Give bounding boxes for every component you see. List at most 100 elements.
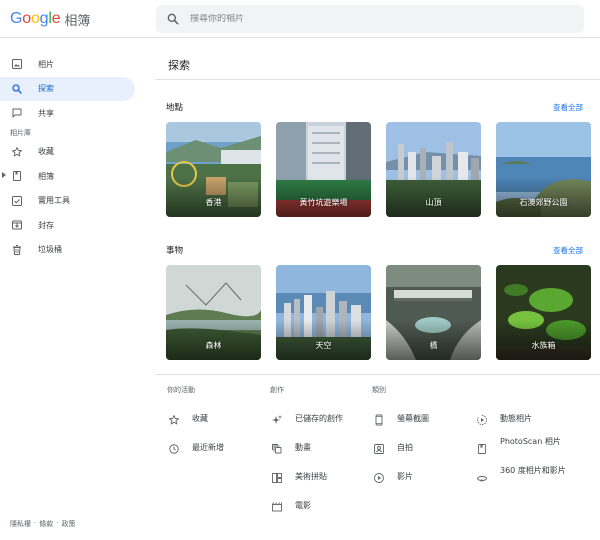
title-divider [155,79,600,80]
category-motion-photos[interactable]: 動態相片 [475,413,532,426]
card-label: 水族箱 [531,341,556,350]
sidebar-item-label: 相簿 [38,171,54,181]
checklist-icon [10,194,23,207]
sidebar-item-photos[interactable]: 相片 [0,52,135,76]
clock-icon [167,442,180,455]
sidebar-item-label: 相片 [38,59,54,69]
motion-icon [475,413,488,426]
place-card-shek-o-country-park[interactable]: 石澳郊野公園 [496,122,591,217]
movie-icon [270,500,283,513]
creations-saved[interactable]: 已儲存的創作 [270,413,343,426]
thing-card-forest[interactable]: 森林 [166,265,261,360]
archive-icon [10,219,23,232]
link-label: 360 度相片和影片 [500,466,566,475]
activity-recently-added[interactable]: 最近新增 [167,442,224,455]
things-section-title: 事物 [166,246,184,256]
card-label: 天空 [315,341,332,350]
sidebar-item-label: 封存 [38,220,54,230]
category-videos[interactable]: 影片 [372,471,413,484]
creations-collages[interactable]: 美術拼貼 [270,471,327,484]
search-icon [10,82,23,95]
sidebar-item-label: 垃圾桶 [38,245,62,254]
categories-heading: 類別 [372,386,386,394]
place-card-hong-kong[interactable]: 香港 [166,122,261,217]
library-section-label: 相片庫 [10,128,31,137]
sidebar-item-label: 探索 [38,84,54,93]
place-card-wong-chuk-hang[interactable]: 黃竹坑遊樂場 [276,122,371,217]
sidebar-item-favorites[interactable]: 收藏 [0,140,135,164]
places-cards: 香港 黃竹坑遊樂場 山頂 石澳郊野公園 [166,122,591,217]
sidebar: 相片 探索 共享 相片庫 收藏 相簿 實用工具 封存 垃圾桶 [0,52,140,262]
expand-caret-icon[interactable] [2,172,6,178]
things-see-all-link[interactable]: 查看全部 [553,245,583,256]
logo-letter: o [30,10,40,27]
category-360[interactable]: 360 度相片和影片 [475,465,575,484]
selfie-icon [372,442,385,455]
category-selfies[interactable]: 自拍 [372,442,413,455]
sidebar-item-label: 共享 [38,108,54,118]
terms-link[interactable]: 條款 [39,519,53,529]
activity-favorites[interactable]: 收藏 [167,413,208,426]
footer-separator: · [34,519,37,527]
link-label: 動畫 [295,443,311,452]
360-icon [475,471,488,484]
trash-icon [10,243,23,256]
star-icon [167,413,180,426]
creations-movies[interactable]: 電影 [270,500,311,513]
things-cards: 森林 天空 橋 水族箱 [166,265,591,360]
sidebar-item-label: 收藏 [38,147,54,156]
sparkle-icon [270,413,283,426]
play-icon [372,471,385,484]
sidebar-item-trash[interactable]: 垃圾桶 [0,238,135,262]
animation-icon [270,442,283,455]
top-bar: Google 相簿 [0,0,600,38]
sidebar-item-explore[interactable]: 探索 [0,76,135,101]
link-label: 最近新增 [192,443,224,452]
thing-card-sky[interactable]: 天空 [276,265,371,360]
footer-links: 隱私權 · 條款 · 政策 [10,519,75,529]
photoscan-icon [475,442,488,455]
categories-divider [155,374,600,375]
logo-letter: o [22,10,31,27]
star-icon [10,145,23,158]
footer-separator: · [56,519,59,527]
activity-heading: 你的活動 [167,386,195,394]
album-icon [10,170,23,183]
card-label: 石澳郊野公園 [519,198,568,207]
search-bar[interactable] [156,5,584,33]
link-label: 美術拼貼 [295,472,327,481]
search-icon[interactable] [166,12,180,26]
card-label: 橋 [429,341,438,350]
category-screenshots[interactable]: 螢幕截圖 [372,413,429,426]
creations-heading: 創作 [270,386,284,394]
link-label: 影片 [397,472,413,481]
sidebar-item-utilities[interactable]: 實用工具 [0,189,135,213]
page-title: 探索 [168,59,190,72]
privacy-link[interactable]: 隱私權 [10,519,31,529]
sidebar-item-archive[interactable]: 封存 [0,213,135,237]
logo-letter: e [51,10,61,27]
collage-icon [270,471,283,484]
thing-card-aquarium[interactable]: 水族箱 [496,265,591,360]
creations-animations[interactable]: 動畫 [270,442,311,455]
link-label: 自拍 [397,443,413,452]
card-label: 山頂 [425,198,442,207]
sidebar-item-albums[interactable]: 相簿 [0,164,135,188]
card-label: 森林 [205,341,222,350]
link-label: PhotoScan 相片 [500,437,561,446]
link-label: 電影 [295,501,311,510]
places-section-title: 地點 [166,103,184,113]
policies-link[interactable]: 政策 [61,519,75,529]
sidebar-item-sharing[interactable]: 共享 [0,101,135,125]
place-card-the-peak[interactable]: 山頂 [386,122,481,217]
link-label: 收藏 [192,414,208,423]
google-photos-logo[interactable]: Google 相簿 [10,10,91,29]
google-wordmark: Google [10,10,61,28]
chat-icon [10,107,23,120]
link-label: 螢幕截圖 [397,414,429,423]
category-photoscan[interactable]: PhotoScan 相片 [475,436,575,455]
places-see-all-link[interactable]: 查看全部 [553,102,583,113]
search-input[interactable] [190,14,570,24]
product-name: 相簿 [64,13,91,29]
thing-card-bridge[interactable]: 橋 [386,265,481,360]
